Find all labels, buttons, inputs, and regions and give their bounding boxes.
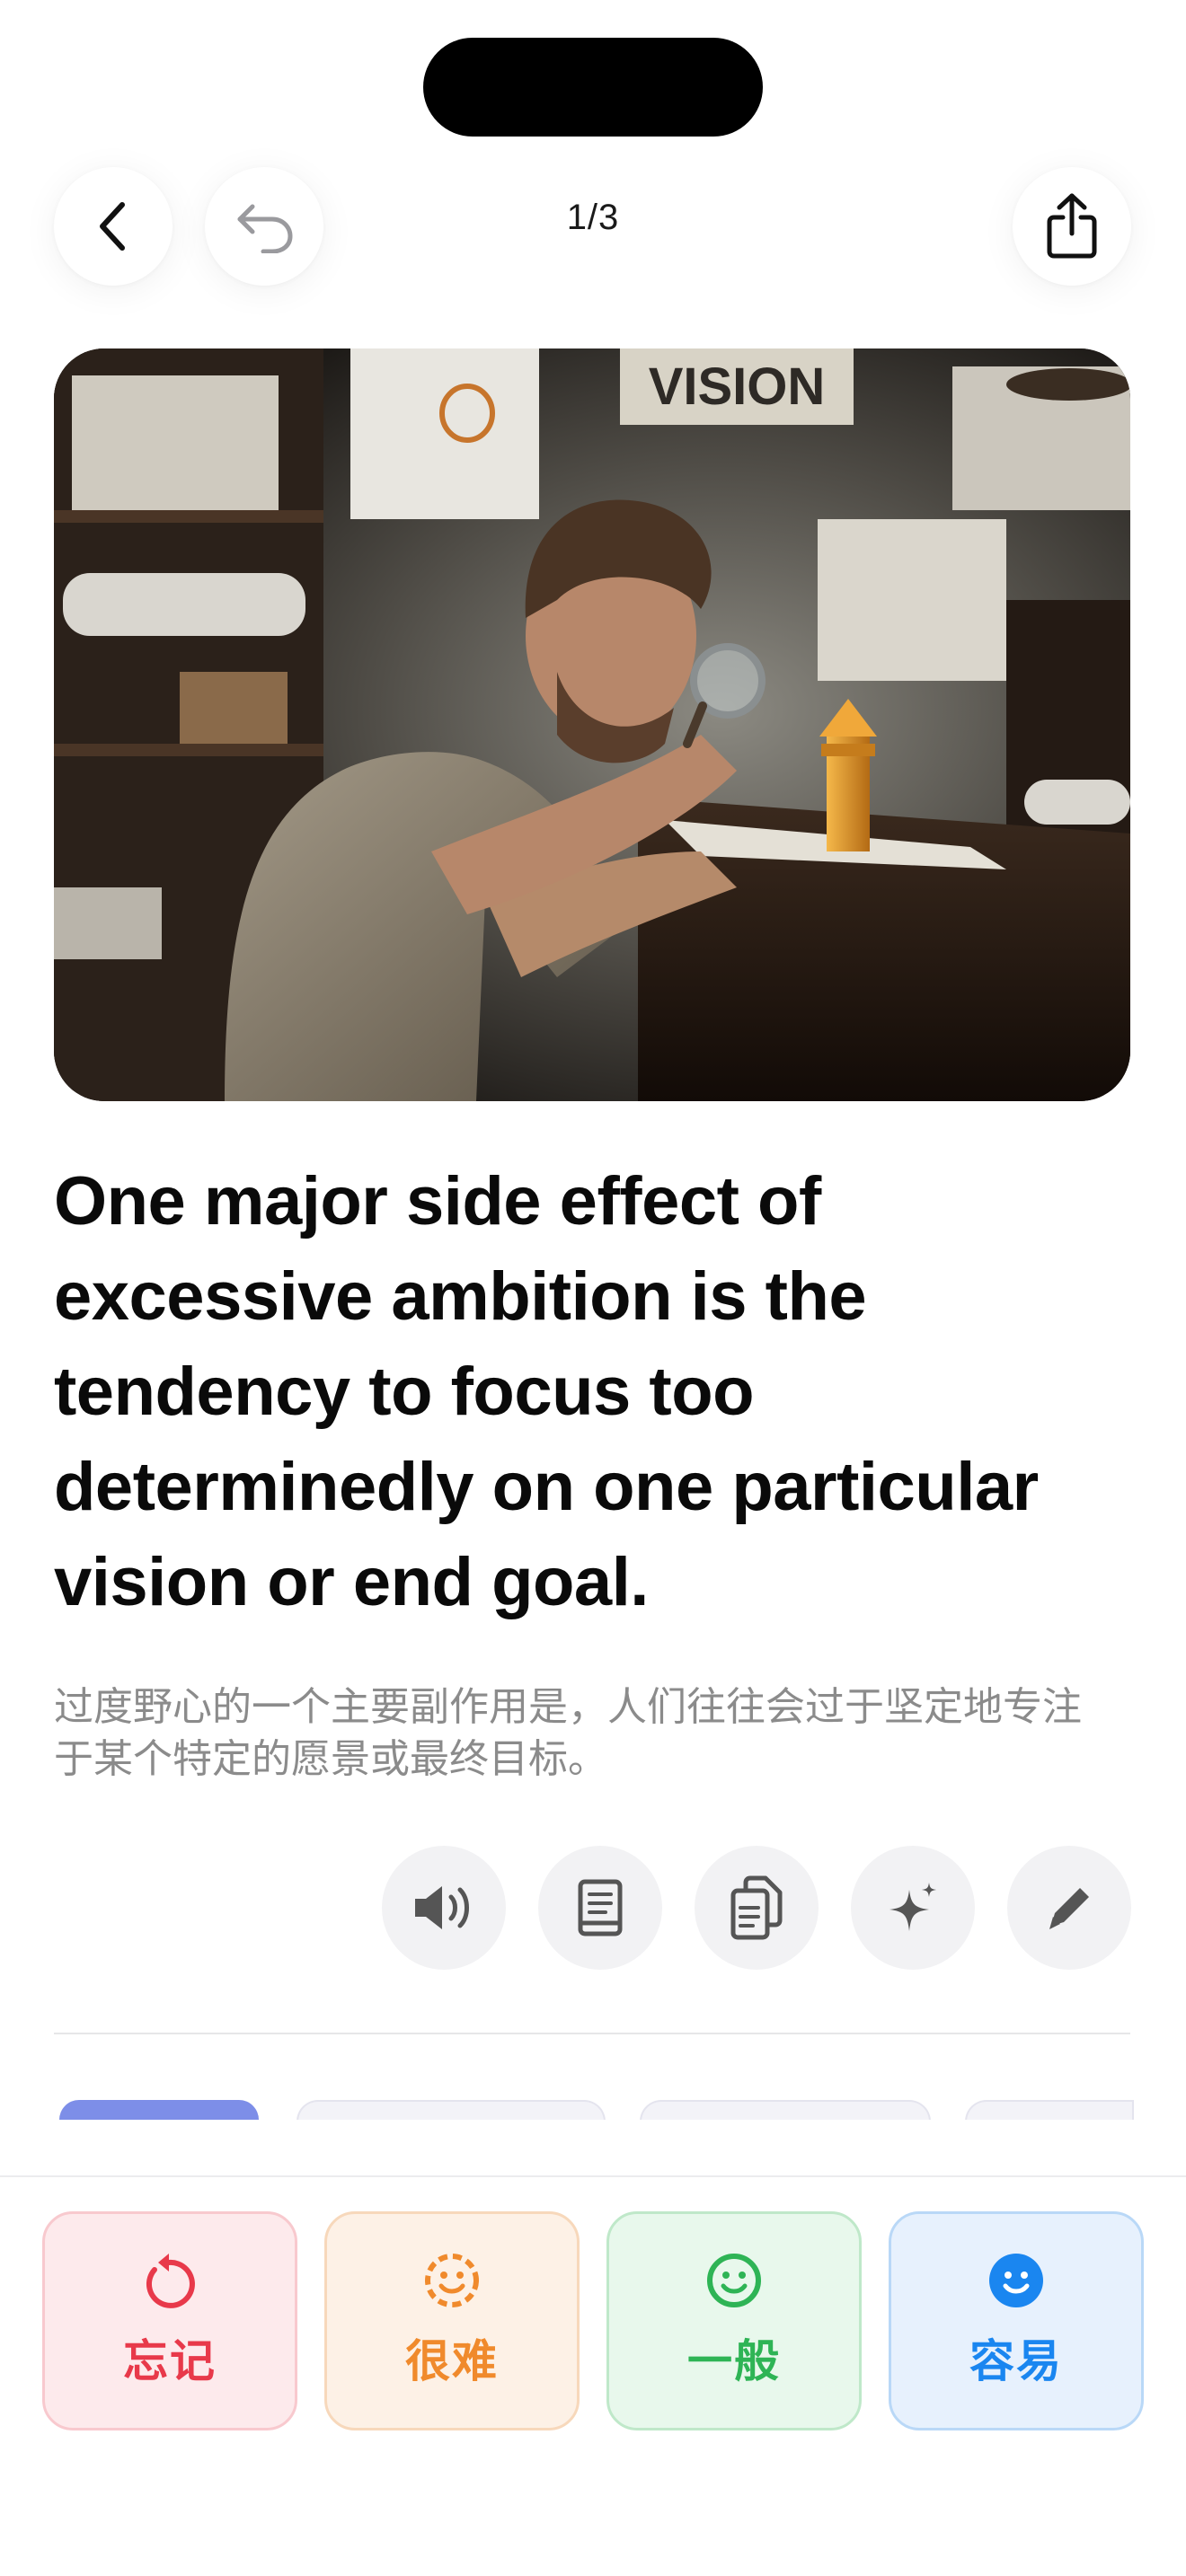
copy-button[interactable] [695,1846,819,1970]
speaker-icon [415,1886,469,1929]
grade-easy-button[interactable]: 容易 [889,2211,1144,2430]
speak-button[interactable] [382,1846,506,1970]
grade-easy-label: 容易 [969,2335,1063,2387]
copy-icon [730,1875,783,1940]
undo-button[interactable] [205,167,323,286]
chip[interactable] [640,2100,931,2122]
card-translation: 过度野心的一个主要副作用是，人们往往会过于坚定地专注于某个特定的愿景或最终目标。 [54,1684,1082,1782]
grade-hard-label: 很难 [405,2335,499,2387]
sparkle-icon [890,1883,936,1931]
dynamic-island [423,38,763,137]
chip[interactable] [965,2100,1134,2122]
grade-forget-button[interactable]: 忘记 [42,2211,297,2430]
dictionary-button[interactable] [538,1846,662,1970]
restart-icon [146,2254,195,2308]
smile-icon [707,2254,761,2307]
card-counter: 1/3 [566,198,620,237]
bottom-sheet-mask [0,2120,1186,2175]
smile-filled-icon [989,2254,1043,2307]
pencil-icon [1049,1888,1089,1929]
back-button[interactable] [54,167,173,286]
card-sentence: One major side effect of excessive ambit… [54,1163,1039,1620]
chip-active[interactable] [59,2100,259,2120]
dashed-smile-icon [425,2254,479,2307]
grade-hard-button[interactable]: 很难 [324,2211,580,2430]
grade-normal-label: 一般 [687,2335,781,2387]
section-divider [54,2033,1130,2034]
workshop-illustration: VISION [54,348,1130,1101]
grade-forget-label: 忘记 [123,2335,217,2387]
undo-icon [237,204,293,253]
card-illustration: VISION [54,348,1130,1101]
ai-explain-button[interactable] [851,1846,975,1970]
grade-normal-button[interactable]: 一般 [606,2211,862,2430]
poster-text: VISION [649,357,826,416]
chip[interactable] [296,2100,606,2122]
chevron-left-icon [100,202,125,251]
edit-button[interactable] [1007,1846,1131,1970]
share-icon [1047,193,1097,259]
bottom-bar-divider [0,2175,1186,2177]
share-button[interactable] [1013,167,1131,286]
book-icon [578,1879,623,1936]
